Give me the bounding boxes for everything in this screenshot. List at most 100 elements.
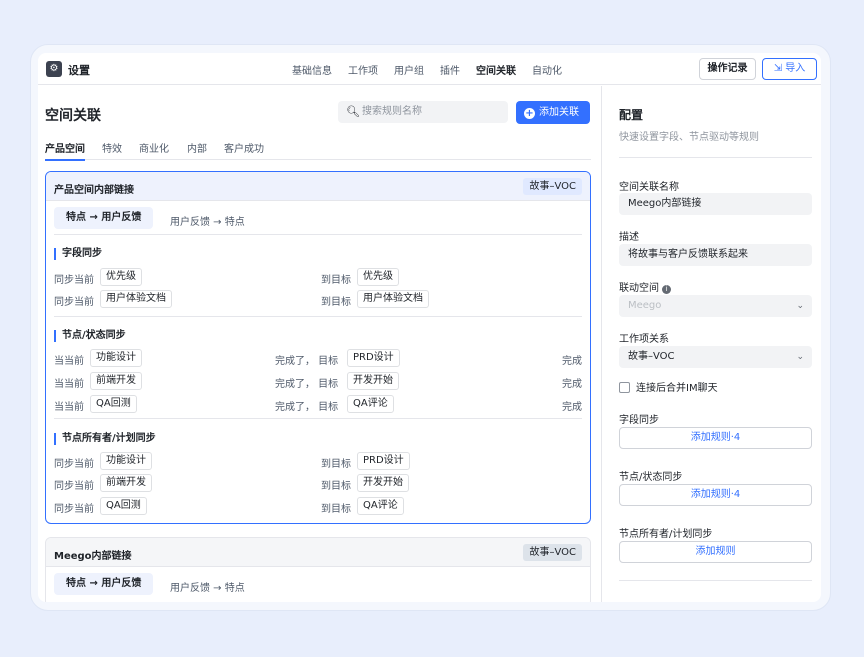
target-node-chip[interactable]: 开发开始 — [347, 372, 399, 390]
list-item: 当当前 QA回测 完成了， 目标 QA评论 完成 — [54, 395, 582, 413]
owner-sync-label: 节点所有者/计划同步 — [619, 529, 713, 540]
relation-select[interactable]: 故事–VOC ⌄ — [619, 346, 812, 368]
settings-window: ⚙ 设置 基础信息 工作项 用户组 插件 空间关联 自动化 操作记录 ⇲ 导入 … — [38, 53, 821, 602]
path-chip-active[interactable]: 特点 → 用户反馈 — [54, 573, 154, 595]
row-label: 完成了， 目标 — [275, 356, 339, 367]
relation-label: 工作项关系 — [619, 334, 669, 345]
tab-effects[interactable]: 特效 — [102, 140, 122, 155]
target-node-chip[interactable]: QA评论 — [357, 497, 404, 515]
info-icon[interactable]: i — [662, 285, 671, 294]
list-item: 同步当前 功能设计 到目标 PRD设计 — [54, 452, 582, 470]
config-panel: 配置 快速设置字段、节点驱动等规则 空间关联名称 Meego内部链接 描述 将故… — [601, 86, 821, 602]
node-sync-label: 节点/状态同步 — [619, 472, 683, 483]
target-node-chip[interactable]: PRD设计 — [347, 349, 400, 367]
status-label: 完成 — [562, 356, 582, 367]
nav-user-groups[interactable]: 用户组 — [394, 62, 424, 77]
page-title: 空间关联 — [45, 108, 101, 124]
target-field-chip[interactable]: 优先级 — [357, 268, 399, 286]
add-association-label: 添加关联 — [539, 107, 579, 118]
target-node-chip[interactable]: 开发开始 — [357, 474, 409, 492]
row-label: 当当前 — [54, 402, 84, 413]
main-panel: 空间关联 🔍︎ 搜索规则名称 + 添加关联 产品空间 特效 商业化 内部 客户成功… — [38, 86, 601, 602]
source-node-chip[interactable]: 前端开发 — [90, 372, 142, 390]
path-row: 特点 → 用户反馈 用户反馈 → 特点 — [54, 567, 582, 601]
nav-automation[interactable]: 自动化 — [532, 62, 562, 77]
search-input[interactable]: 🔍︎ 搜索规则名称 — [338, 101, 508, 123]
operation-log-button[interactable]: 操作记录 — [699, 58, 756, 80]
target-node-chip[interactable]: PRD设计 — [357, 452, 410, 470]
card-header: 产品空间内部链接 故事–VOC — [46, 172, 590, 201]
nav-basic-info[interactable]: 基础信息 — [292, 62, 332, 77]
row-label: 完成了， 目标 — [275, 402, 339, 413]
tab-commercial[interactable]: 商业化 — [139, 140, 169, 155]
association-card-selected[interactable]: 产品空间内部链接 故事–VOC 特点 → 用户反馈 用户反馈 → 特点 字段同步… — [45, 171, 591, 524]
node-sync-section: 节点/状态同步 当当前 功能设计 完成了， 目标 PRD设计 完成 当当前 前端… — [54, 330, 582, 413]
top-bar: ⚙ 设置 基础信息 工作项 用户组 插件 空间关联 自动化 操作记录 ⇲ 导入 — [38, 53, 821, 85]
linked-space-label: 联动空间 i — [619, 279, 671, 294]
search-icon: 🔍︎ — [346, 105, 360, 118]
linked-space-select[interactable]: Meego ⌄ — [619, 295, 812, 317]
relation-tag: 故事–VOC — [523, 178, 582, 195]
add-field-rule-button[interactable]: 添加规则·4 — [619, 427, 812, 449]
tab-internal[interactable]: 内部 — [187, 140, 207, 155]
divider — [619, 157, 812, 158]
row-label: 当当前 — [54, 379, 84, 390]
row-label: 同步当前 — [54, 504, 94, 515]
status-label: 完成 — [562, 402, 582, 413]
row-label: 到目标 — [321, 275, 351, 286]
row-label: 到目标 — [321, 504, 351, 515]
tab-customer-success[interactable]: 客户成功 — [224, 140, 264, 155]
list-item: 同步当前 前端开发 到目标 开发开始 — [54, 474, 582, 492]
config-subtitle: 快速设置字段、节点驱动等规则 — [619, 132, 759, 143]
source-node-chip[interactable]: 功能设计 — [100, 452, 152, 470]
name-label: 空间关联名称 — [619, 182, 679, 193]
checkbox-label: 连接后合并IM聊天 — [636, 383, 718, 394]
settings-gear-icon: ⚙ — [46, 61, 62, 77]
search-placeholder: 搜索规则名称 — [362, 106, 422, 117]
path-chip-other[interactable]: 用户反馈 → 特点 — [170, 579, 245, 594]
section-title: 字段同步 — [54, 248, 582, 260]
relation-value: 故事–VOC — [628, 351, 675, 362]
chevron-down-icon: ⌄ — [796, 352, 804, 362]
row-label: 到目标 — [321, 459, 351, 470]
field-sync-section: 字段同步 同步当前 优先级 到目标 优先级 同步当前 用户体验文档 到目标 用户… — [54, 248, 582, 308]
tab-product-space[interactable]: 产品空间 — [45, 140, 85, 161]
row-label: 同步当前 — [54, 275, 94, 286]
path-chip-other[interactable]: 用户反馈 → 特点 — [170, 213, 245, 228]
import-button[interactable]: ⇲ 导入 — [762, 58, 817, 80]
association-card[interactable]: Meego内部链接 故事–VOC 特点 → 用户反馈 用户反馈 → 特点 — [45, 537, 591, 602]
relation-tag: 故事–VOC — [523, 544, 582, 561]
owner-sync-section: 节点所有者/计划同步 同步当前 功能设计 到目标 PRD设计 同步当前 前端开发… — [54, 433, 582, 515]
add-owner-rule-button[interactable]: 添加规则 — [619, 541, 812, 563]
row-label: 同步当前 — [54, 481, 94, 492]
nav-work-items[interactable]: 工作项 — [348, 62, 378, 77]
name-field[interactable]: Meego内部链接 — [619, 193, 812, 215]
checkbox[interactable] — [619, 382, 630, 393]
divider — [619, 580, 812, 581]
nav-space-association[interactable]: 空间关联 — [476, 62, 516, 77]
divider — [54, 418, 582, 419]
merge-im-checkbox-row[interactable]: 连接后合并IM聊天 — [619, 379, 718, 394]
target-field-chip[interactable]: 用户体验文档 — [357, 290, 429, 308]
source-node-chip[interactable]: QA回测 — [100, 497, 147, 515]
section-title: 节点所有者/计划同步 — [54, 433, 582, 445]
row-label: 到目标 — [321, 481, 351, 492]
source-node-chip[interactable]: QA回测 — [90, 395, 137, 413]
target-node-chip[interactable]: QA评论 — [347, 395, 394, 413]
field-sync-label: 字段同步 — [619, 415, 659, 426]
source-field-chip[interactable]: 用户体验文档 — [100, 290, 172, 308]
source-node-chip[interactable]: 功能设计 — [90, 349, 142, 367]
plus-icon: + — [524, 108, 535, 119]
nav-plugins[interactable]: 插件 — [440, 62, 460, 77]
card-title: 产品空间内部链接 — [54, 185, 134, 196]
description-field[interactable]: 将故事与客户反馈联系起来 — [619, 244, 812, 266]
path-chip-active[interactable]: 特点 → 用户反馈 — [54, 207, 154, 229]
source-node-chip[interactable]: 前端开发 — [100, 474, 152, 492]
source-field-chip[interactable]: 优先级 — [100, 268, 142, 286]
card-title: Meego内部链接 — [54, 551, 132, 562]
add-association-button[interactable]: + 添加关联 — [516, 101, 590, 124]
add-node-rule-button[interactable]: 添加规则·4 — [619, 484, 812, 506]
config-title: 配置 — [619, 108, 644, 122]
list-item: 当当前 功能设计 完成了， 目标 PRD设计 完成 — [54, 349, 582, 367]
description-label: 描述 — [619, 232, 639, 243]
